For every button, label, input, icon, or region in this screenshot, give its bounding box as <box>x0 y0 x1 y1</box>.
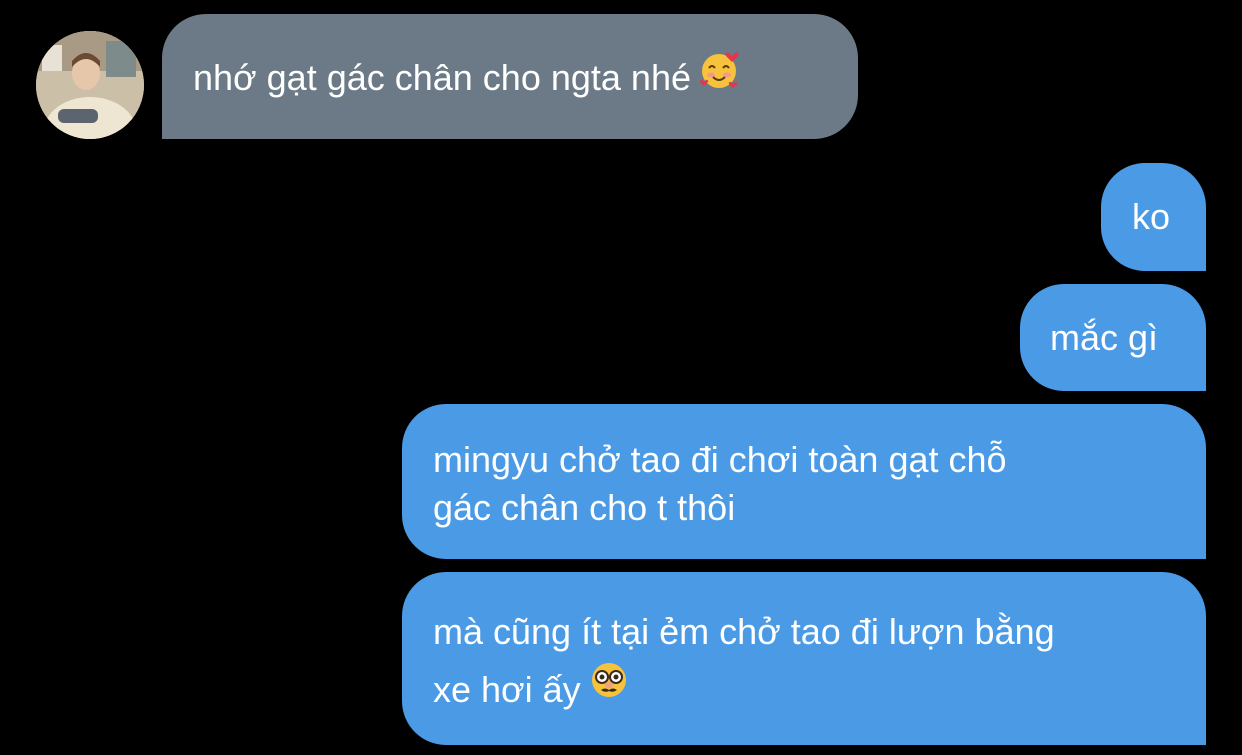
message-bubble-incoming[interactable]: nhớ gạt gác chân cho ngta nhé <box>162 14 858 139</box>
smiling-face-with-hearts-icon <box>699 50 739 102</box>
avatar-photo <box>36 31 144 139</box>
message-text: nhớ gạt gác chân cho ngta nhé <box>193 57 691 98</box>
message-text-line: xe hơi ấy <box>433 669 581 710</box>
message-text-line: gác chân cho t thôi <box>433 487 736 528</box>
message-bubble-outgoing[interactable]: mắc gì <box>1020 284 1206 391</box>
message-text-line: mingyu chở tao đi chơi toàn gạt chỗ <box>433 439 1007 480</box>
avatar[interactable] <box>36 31 144 139</box>
disguised-face-icon <box>589 659 629 717</box>
message-bubble-outgoing[interactable]: mà cũng ít tại ẻm chở tao đi lượn bằng x… <box>402 572 1206 745</box>
message-bubble-outgoing[interactable]: mingyu chở tao đi chơi toàn gạt chỗ gác … <box>402 404 1206 559</box>
message-bubble-outgoing[interactable]: ko <box>1101 163 1206 271</box>
message-text: ko <box>1132 196 1171 237</box>
message-text-line: mà cũng ít tại ẻm chở tao đi lượn bằng <box>433 611 1055 652</box>
message-text: mắc gì <box>1050 317 1159 358</box>
